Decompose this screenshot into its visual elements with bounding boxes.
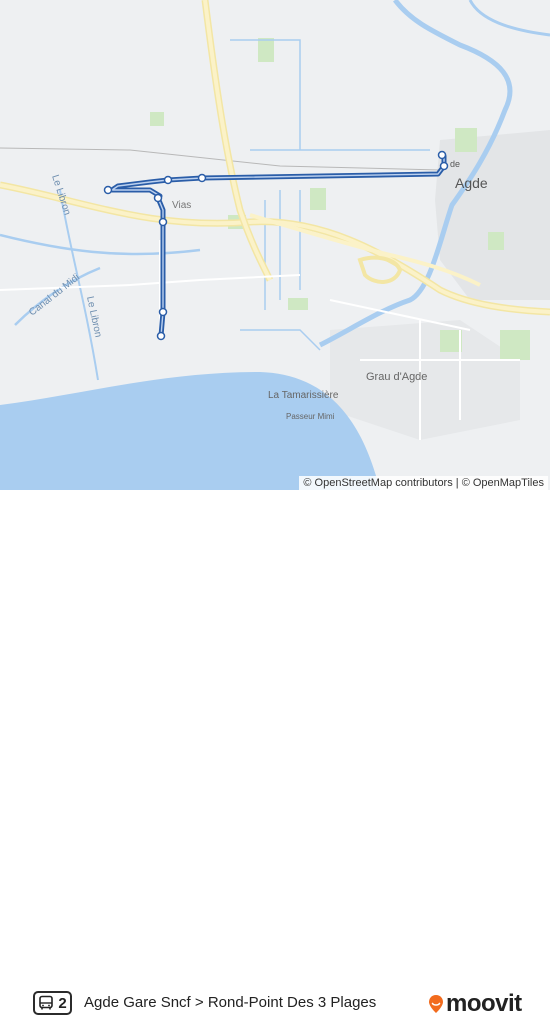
label-la-tamarissiere: La Tamarissière	[268, 390, 339, 401]
stop-marker[interactable]	[153, 193, 163, 203]
label-agde: Agde	[455, 175, 488, 191]
park-area	[455, 128, 477, 152]
stop-marker[interactable]	[437, 150, 447, 160]
moovit-logo: moovit	[428, 990, 522, 1018]
stop-marker[interactable]	[103, 185, 113, 195]
attribution-separator: |	[455, 477, 459, 489]
map-view[interactable]: Agde de Vias Grau d'Agde La Tamarissière…	[0, 0, 550, 490]
route-number: 2	[58, 994, 67, 1012]
map-attribution: © OpenStreetMap contributors | © OpenMap…	[299, 476, 548, 490]
route-title: Agde Gare Sncf > Rond-Point Des 3 Plages	[84, 994, 377, 1011]
label-passeur-mimi: Passeur Mimi	[286, 412, 335, 421]
label-vias: Vias	[172, 200, 191, 211]
moovit-wordmark: moovit	[446, 990, 522, 1017]
omt-attribution-link[interactable]: © OpenMapTiles	[462, 477, 544, 489]
stop-marker[interactable]	[197, 173, 207, 183]
stop-marker[interactable]	[439, 161, 449, 171]
stop-marker[interactable]	[163, 175, 173, 185]
route-footer: 2 Agde Gare Sncf > Rond-Point Des 3 Plag…	[0, 490, 550, 1017]
route-badge: 2	[33, 991, 72, 1015]
osm-attribution-link[interactable]: © OpenStreetMap contributors	[303, 477, 452, 489]
map-canvas: Agde de Vias Grau d'Agde La Tamarissière…	[0, 0, 550, 490]
moovit-pin-icon	[429, 995, 443, 1013]
stop-marker[interactable]	[158, 217, 168, 227]
stop-marker[interactable]	[158, 307, 168, 317]
label-grau-dagde: Grau d'Agde	[366, 371, 427, 383]
bus-icon	[39, 995, 54, 1010]
stop-marker[interactable]	[156, 331, 166, 341]
label-de: de	[450, 159, 460, 169]
